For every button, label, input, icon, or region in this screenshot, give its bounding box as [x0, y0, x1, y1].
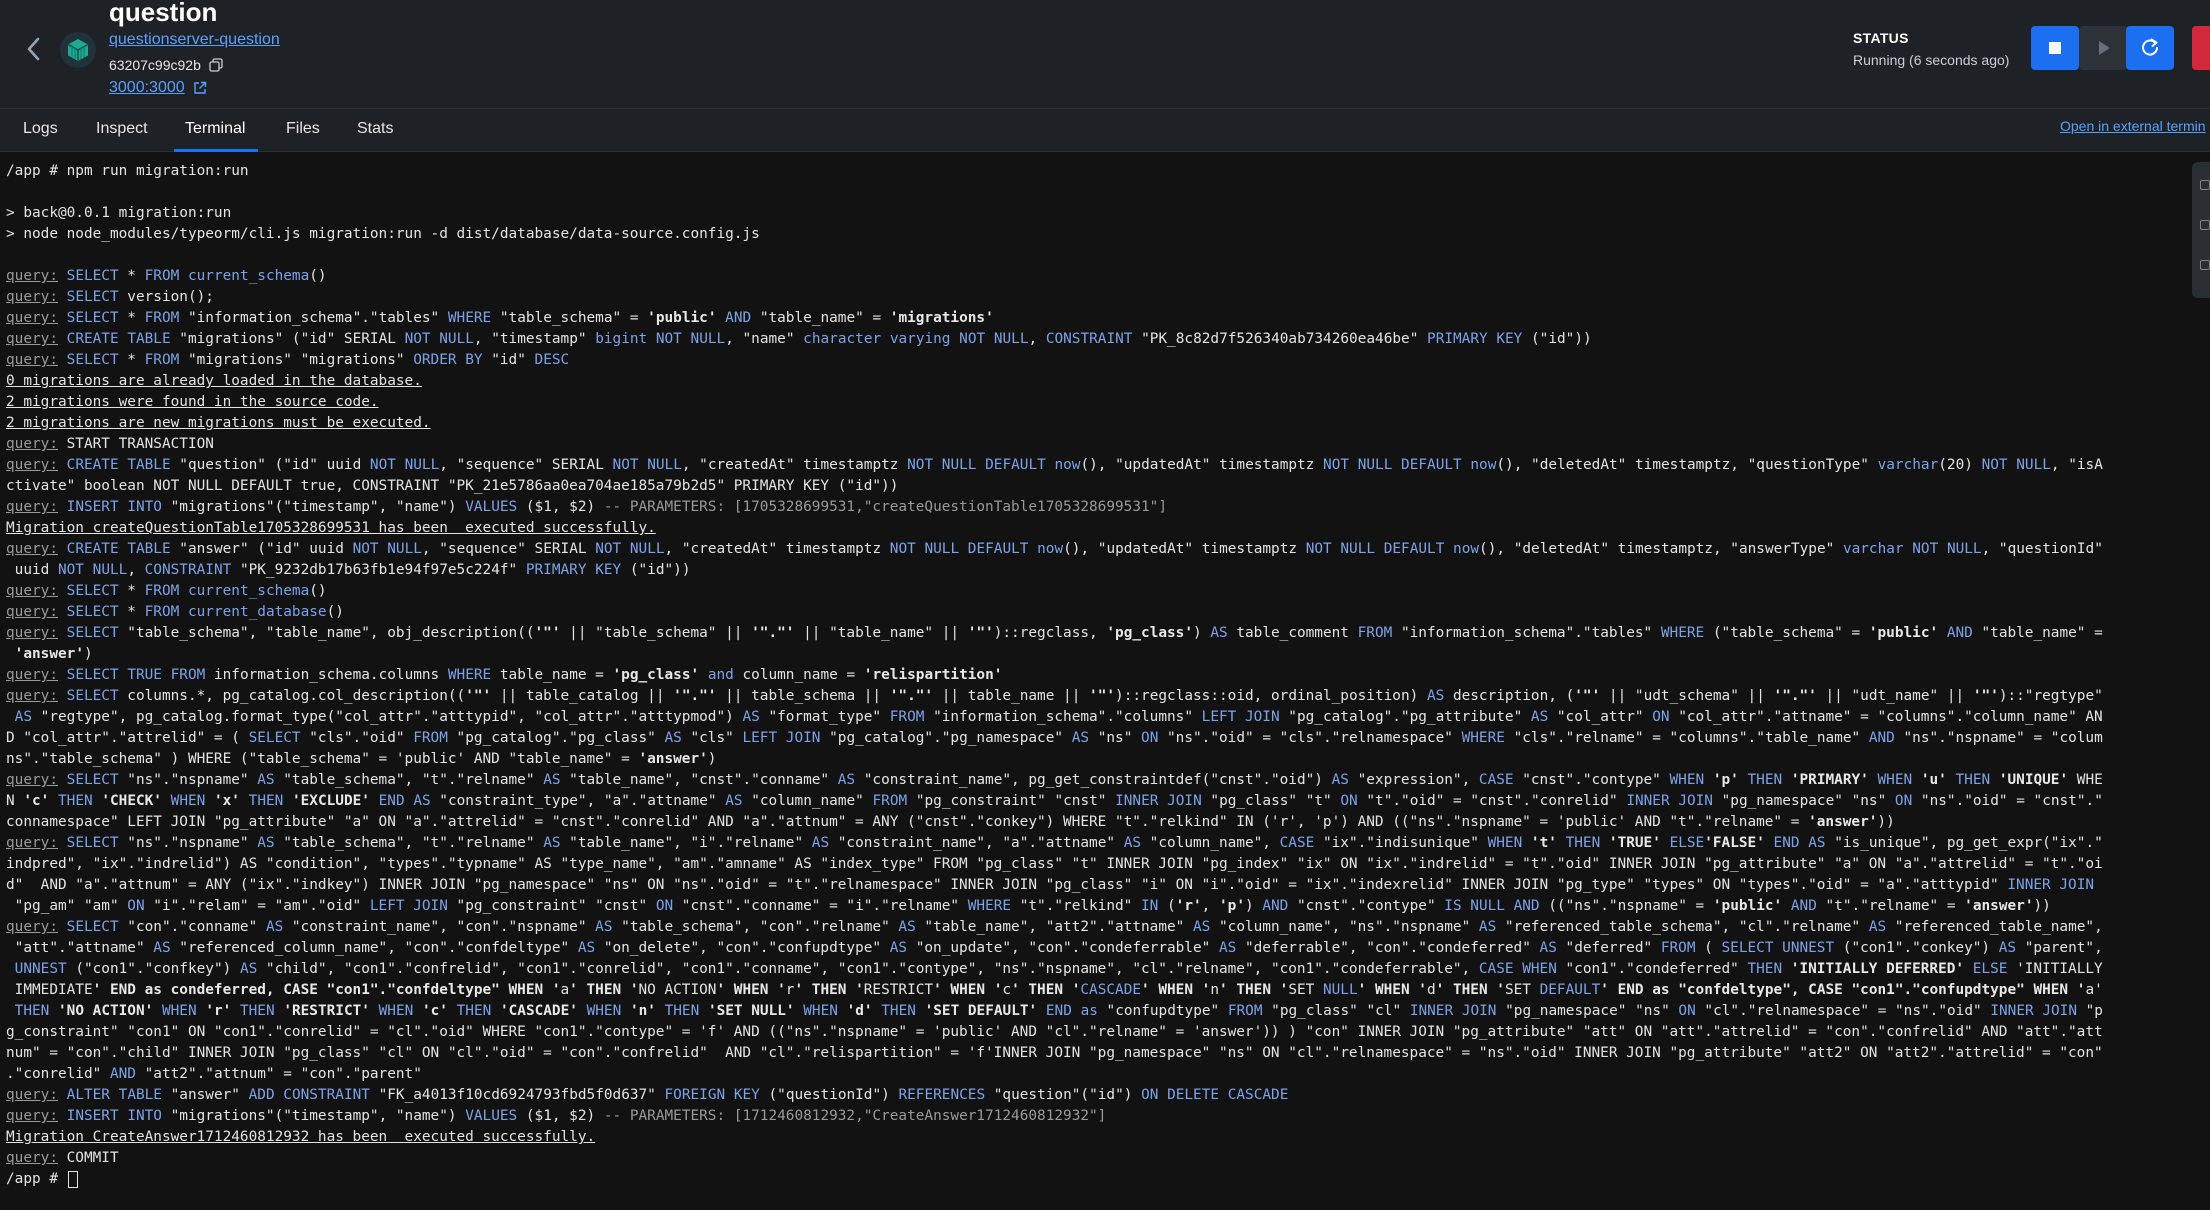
- restart-icon: [2142, 38, 2158, 56]
- terminal-line: g_constraint" "con1" ON "con1"."conrelid…: [6, 1024, 2103, 1040]
- terminal-line: query: SELECT version();: [6, 289, 214, 305]
- terminal-line: ns"."table_schema" ) WHERE ("table_schem…: [6, 751, 717, 767]
- terminal-line: > back@0.0.1 migration:run: [6, 205, 232, 221]
- terminal-line: /app # npm run migration:run: [6, 163, 249, 179]
- tab-terminal[interactable]: Terminal: [185, 120, 245, 138]
- terminal-line: query: START TRANSACTION: [6, 436, 214, 452]
- restart-button[interactable]: [2126, 26, 2174, 70]
- terminal-line: /app #: [6, 1169, 2210, 1190]
- start-button[interactable]: [2079, 26, 2127, 70]
- terminal-line: ."conrelid" AND "att2"."attnum" = "con".…: [6, 1066, 422, 1082]
- tab-stats[interactable]: Stats: [357, 120, 393, 138]
- terminal-line: THEN 'NO ACTION' WHEN 'r' THEN 'RESTRICT…: [14, 1003, 2103, 1019]
- terminal-line: query: INSERT INTO "migrations"("timesta…: [6, 499, 1167, 515]
- tab-logs[interactable]: Logs: [23, 120, 58, 138]
- terminal-line: ctivate" boolean NOT NULL DEFAULT true, …: [6, 478, 899, 494]
- copy-icon[interactable]: [2200, 180, 2210, 190]
- chevron-left-icon: [27, 37, 40, 61]
- terminal-line: query: SELECT * FROM "migrations" "migra…: [6, 352, 570, 368]
- terminal-line: query: SELECT "con"."conname" AS "constr…: [6, 919, 2103, 935]
- terminal-line: AS "regtype", pg_catalog.format_type("co…: [14, 709, 2103, 725]
- tab-bar: Logs Inspect Terminal Files Stats Open i…: [0, 108, 2210, 152]
- terminal-line: query: SELECT * FROM current_database(): [6, 604, 344, 620]
- open-external-terminal-link[interactable]: Open in external termin: [2060, 118, 2206, 134]
- terminal-line: d" AND "a"."attnum" = ANY ("ix"."indkey"…: [6, 877, 2095, 893]
- play-icon: [2099, 41, 2110, 55]
- terminal-line: IMMEDIATE' END as condeferred, CASE "con…: [6, 982, 2103, 998]
- terminal-line: query: CREATE TABLE "question" ("id" uui…: [6, 457, 2103, 473]
- port-link[interactable]: 3000:3000: [109, 79, 207, 97]
- status-value: Running (6 seconds ago): [1853, 52, 2010, 68]
- terminal-line: query: COMMIT: [6, 1150, 119, 1166]
- container-id-row: 63207c99c92b: [109, 57, 223, 73]
- back-button[interactable]: [22, 34, 46, 64]
- terminal-line: UNNEST ("con1"."confkey") AS "child", "c…: [14, 961, 2103, 977]
- stop-button[interactable]: [2031, 26, 2079, 70]
- terminal-line: query: SELECT columns.*, pg_catalog.col_…: [6, 688, 2103, 704]
- port-link-label: 3000:3000: [109, 79, 185, 96]
- terminal-line: query: ALTER TABLE "answer" ADD CONSTRAI…: [6, 1087, 1289, 1103]
- status-label: STATUS: [1853, 30, 1909, 46]
- terminal-line: connamespace" LEFT JOIN "pg_attribute" "…: [6, 814, 1895, 830]
- terminal-line: query: SELECT "ns"."nspname" AS "table_s…: [6, 772, 2103, 788]
- image-link[interactable]: questionserver-question: [109, 31, 280, 49]
- terminal-line: N 'c' THEN 'CHECK' WHEN 'x' THEN 'EXCLUD…: [6, 793, 2103, 809]
- terminal-side-panel[interactable]: [2192, 162, 2210, 298]
- terminal-line: indpred", "ix"."indrelid") AS "condition…: [6, 856, 2103, 872]
- terminal-line: 0 migrations are already loaded in the d…: [6, 373, 422, 389]
- container-id: 63207c99c92b: [109, 57, 201, 73]
- terminal-line: 2 migrations were found in the source co…: [6, 394, 379, 410]
- terminal-line: query: INSERT INTO "migrations"("timesta…: [6, 1108, 1107, 1124]
- tab-inspect[interactable]: Inspect: [96, 120, 148, 138]
- delete-button[interactable]: [2192, 26, 2210, 70]
- copy-icon[interactable]: [209, 58, 223, 72]
- terminal-line: query: CREATE TABLE "migrations" ("id" S…: [6, 331, 1592, 347]
- terminal-line: query: SELECT TRUE FROM information_sche…: [6, 667, 1003, 683]
- terminal-line: query: SELECT "ns"."nspname" AS "table_s…: [6, 835, 2103, 851]
- terminal-line: Migration createQuestionTable17053286995…: [6, 520, 656, 536]
- container-title: question: [109, 0, 218, 27]
- terminal-line: query: CREATE TABLE "answer" ("id" uuid …: [6, 541, 2103, 557]
- terminal-line: "pg_am" "am" ON "i"."relam" = "am"."oid"…: [6, 898, 2051, 914]
- stop-icon: [2049, 42, 2061, 54]
- container-cube-icon: [60, 32, 96, 68]
- status-block: STATUS Running (6 seconds ago): [1853, 30, 2009, 68]
- terminal-line: D "col_attr"."attrelid" = ( SELECT "cls"…: [6, 730, 2103, 746]
- terminal-line: query: SELECT * FROM current_schema(): [6, 268, 327, 284]
- terminal-line: > node node_modules/typeorm/cli.js migra…: [6, 226, 760, 242]
- terminal-line: uuid NOT NULL, CONSTRAINT "PK_9232db17b6…: [6, 562, 691, 578]
- terminal-line: 2 migrations are new migrations must be …: [6, 415, 431, 431]
- terminal-line: "att"."attname" AS "referenced_column_na…: [6, 940, 2103, 956]
- terminal-line: Migration CreateAnswer1712460812932 has …: [6, 1129, 596, 1145]
- terminal-output[interactable]: /app # npm run migration:run > back@0.0.1…: [0, 152, 2210, 1210]
- container-header: question questionserver-question 63207c9…: [0, 0, 2210, 108]
- clipboard-icon[interactable]: [2200, 220, 2210, 230]
- external-link-icon: [193, 81, 206, 94]
- terminal-line: query: SELECT * FROM "information_schema…: [6, 310, 994, 326]
- terminal-line: 'answer'): [14, 646, 93, 662]
- terminal-line: num" = "con"."child" INNER JOIN "pg_clas…: [6, 1045, 2103, 1061]
- terminal-line: query: SELECT * FROM current_schema(): [6, 583, 327, 599]
- tab-files[interactable]: Files: [286, 120, 320, 138]
- clear-icon[interactable]: [2200, 260, 2210, 270]
- terminal-cursor: [67, 1170, 78, 1188]
- terminal-line: query: SELECT "table_schema", "table_nam…: [6, 625, 2103, 641]
